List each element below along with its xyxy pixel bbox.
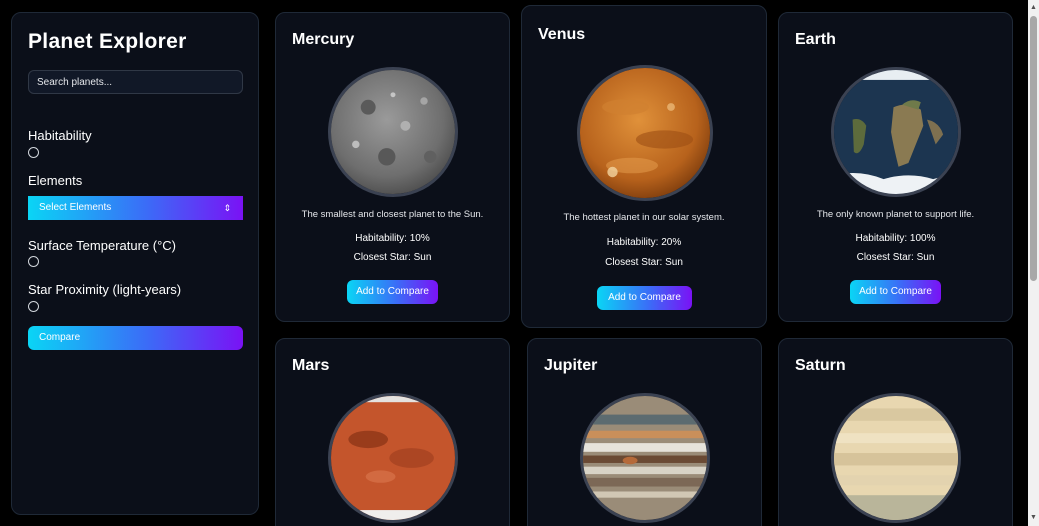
filter-sidebar: Planet Explorer Habitability Elements Se…	[11, 12, 259, 515]
planet-closest-star: Closest Star: Sun	[856, 252, 935, 263]
scrollbar-thumb[interactable]	[1030, 16, 1037, 281]
planet-name: Mars	[292, 357, 330, 374]
elements-select-value: Select Elements	[39, 202, 112, 213]
planet-card-venus: Venus The hottest planet in our solar sy…	[521, 5, 767, 328]
planet-card-jupiter: Jupiter	[527, 338, 762, 526]
planet-card-mars: Mars	[275, 338, 510, 526]
planet-name: Venus	[538, 26, 586, 43]
planet-habitability: Habitability: 20%	[606, 237, 682, 248]
planet-card-saturn: Saturn	[778, 338, 1013, 526]
scroll-down-arrow-icon[interactable]: ▼	[1028, 512, 1039, 524]
chevron-up-down-icon: ⇕	[223, 203, 231, 213]
habitability-radio[interactable]	[28, 147, 39, 158]
saturn-image	[831, 393, 961, 523]
planet-card-mercury: Mercury The smallest and closest planet …	[275, 12, 510, 322]
star-proximity-label: Star Proximity (light-years)	[28, 282, 182, 297]
planet-habitability: Habitability: 100%	[855, 233, 936, 244]
add-to-compare-button[interactable]: Add to Compare	[850, 280, 941, 304]
planet-card-earth: Earth The only known planet to support l…	[778, 12, 1013, 322]
planet-name: Earth	[795, 31, 836, 48]
planet-name: Mercury	[292, 31, 355, 48]
planet-description: The hottest planet in our solar system.	[563, 212, 725, 223]
search-input[interactable]	[28, 70, 243, 94]
app-root: Planet Explorer Habitability Elements Se…	[0, 0, 1039, 526]
planet-description: The smallest and closest planet to the S…	[301, 209, 484, 220]
surface-temperature-radio[interactable]	[28, 256, 39, 267]
star-proximity-radio[interactable]	[28, 301, 39, 312]
planet-habitability: Habitability: 10%	[355, 233, 430, 244]
mars-image	[328, 393, 458, 523]
planet-description: The only known planet to support life.	[816, 209, 975, 220]
app-title: Planet Explorer	[28, 30, 187, 53]
venus-image	[577, 65, 713, 201]
surface-temperature-label: Surface Temperature (°C)	[28, 238, 177, 253]
planet-name: Jupiter	[544, 357, 598, 374]
elements-label: Elements	[28, 173, 83, 188]
planet-name: Saturn	[795, 357, 846, 374]
page-scrollbar[interactable]: ▲ ▼	[1028, 0, 1039, 526]
add-to-compare-button[interactable]: Add to Compare	[597, 286, 692, 310]
elements-select[interactable]: Select Elements ⇕	[28, 196, 243, 220]
planet-closest-star: Closest Star: Sun	[353, 252, 432, 263]
scroll-up-arrow-icon[interactable]: ▲	[1028, 2, 1039, 14]
mercury-image	[328, 67, 458, 197]
planet-closest-star: Closest Star: Sun	[605, 257, 683, 268]
compare-button[interactable]: Compare	[28, 326, 243, 350]
earth-image	[831, 67, 961, 197]
add-to-compare-button[interactable]: Add to Compare	[347, 280, 438, 304]
habitability-label: Habitability	[28, 128, 92, 143]
jupiter-image	[580, 393, 710, 523]
